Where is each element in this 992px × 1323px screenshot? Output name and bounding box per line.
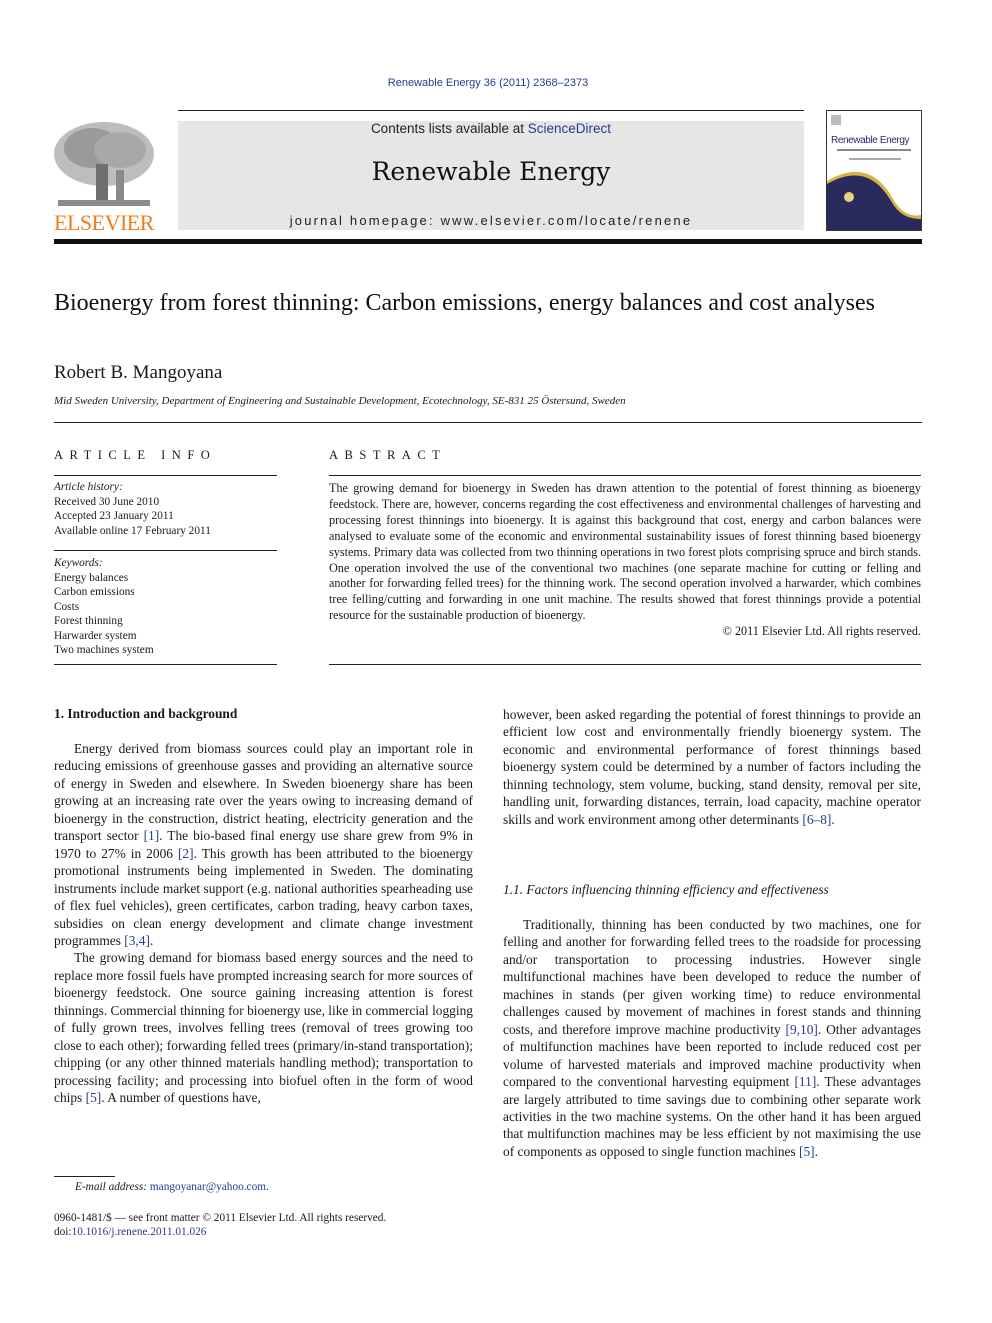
text: The growing demand for biomass based ene… <box>54 950 473 1106</box>
keyword-item: Harwarder system <box>54 629 137 642</box>
reference-link[interactable]: [3,4] <box>124 933 150 948</box>
section-1-heading: 1. Introduction and background <box>54 706 238 721</box>
doi-line: doi:10.1016/j.renene.2011.01.026 <box>54 1226 206 1238</box>
contents-prefix: Contents lists available at <box>370 121 528 136</box>
reference-link[interactable]: [6–8] <box>802 812 831 827</box>
elsevier-wordmark: ELSEVIER <box>54 210 154 235</box>
article-info-rule <box>54 475 277 476</box>
keywords-label: Keywords: <box>54 557 103 569</box>
doi-link[interactable]: 10.1016/j.renene.2011.01.026 <box>72 1226 207 1238</box>
text: . <box>266 1181 269 1193</box>
cover-subtitle-line <box>837 149 911 151</box>
email-link[interactable]: mangoyanar@yahoo.com <box>150 1181 266 1193</box>
journal-homepage[interactable]: journal homepage: www.elsevier.com/locat… <box>178 213 804 228</box>
section-1-1-heading: 1.1. Factors influencing thinning effici… <box>503 882 829 897</box>
reference-link[interactable]: [11] <box>794 1074 816 1089</box>
text: . This growth has been attributed to the… <box>54 845 473 948</box>
history-accepted: Accepted 23 January 2011 <box>54 510 174 522</box>
text: . <box>814 1143 819 1159</box>
article-title: Bioenergy from forest thinning: Carbon e… <box>54 290 875 316</box>
reference-link[interactable]: [9,10] <box>786 1022 818 1037</box>
reference-link[interactable]: [1] <box>144 828 160 843</box>
paragraph-4: Traditionally, thinning has been conduct… <box>503 916 921 1160</box>
right-column-top: however, been asked regarding the potent… <box>503 706 921 828</box>
cover-title: Renewable Energy <box>831 135 910 146</box>
author-affiliation: Mid Sweden University, Department of Eng… <box>54 395 626 407</box>
paragraph-2: The growing demand for biomass based ene… <box>54 949 473 1106</box>
article-info-bottom-rule <box>54 664 277 665</box>
email-footnote: E-mail address: mangoyanar@yahoo.com. <box>75 1181 269 1193</box>
keyword-item: Carbon emissions <box>54 586 135 598</box>
sciencedirect-link[interactable]: ScienceDirect <box>528 121 611 136</box>
cover-wave-graphic <box>827 171 921 230</box>
header-thick-rule <box>54 239 922 244</box>
email-label: E-mail address: <box>75 1181 150 1193</box>
journal-citation[interactable]: Renewable Energy 36 (2011) 2368–2373 <box>0 77 976 89</box>
text: . <box>149 932 154 948</box>
contents-line: Contents lists available at ScienceDirec… <box>178 121 804 136</box>
abstract-copyright: © 2011 Elsevier Ltd. All rights reserved… <box>722 624 921 639</box>
cover-editor-line <box>849 158 901 160</box>
issn-line: 0960-1481/$ — see front matter © 2011 El… <box>54 1212 387 1224</box>
footnote-rule <box>54 1176 115 1177</box>
tree-icon <box>54 122 154 206</box>
text: however, been asked regarding the potent… <box>503 707 921 827</box>
abstract-text: The growing demand for bioenergy in Swed… <box>329 481 921 640</box>
keywords-list: Keywords: Energy balances Carbon emissio… <box>54 556 277 658</box>
abstract-heading: ABSTRACT <box>329 448 447 462</box>
abstract-rule <box>329 475 921 476</box>
title-rule <box>54 422 922 423</box>
author-name[interactable]: Robert B. Mangoyana <box>54 362 222 384</box>
right-column-bottom: Traditionally, thinning has been conduct… <box>503 916 921 1160</box>
journal-banner: Contents lists available at ScienceDirec… <box>178 121 804 230</box>
abstract-bottom-rule <box>329 664 921 665</box>
journal-title: Renewable Energy <box>371 157 611 186</box>
keyword-item: Two machines system <box>54 644 154 656</box>
doi-label: doi: <box>54 1226 72 1238</box>
reference-link[interactable]: [2] <box>178 846 194 861</box>
journal-cover[interactable]: Renewable Energy <box>826 110 922 231</box>
reference-link[interactable]: [5] <box>86 1090 102 1105</box>
keyword-item: Forest thinning <box>54 615 123 627</box>
keywords-rule <box>54 550 277 551</box>
header-rule <box>178 110 804 111</box>
reference-link[interactable]: [5] <box>799 1144 815 1159</box>
paragraph-1: Energy derived from biomass sources coul… <box>54 740 473 949</box>
article-info-heading: ARTICLE INFO <box>54 448 217 462</box>
keyword-item: Energy balances <box>54 571 129 584</box>
text: Traditionally, thinning has been conduct… <box>503 917 921 1037</box>
history-received: Received 30 June 2010 <box>54 495 160 508</box>
history-online: Available online 17 February 2011 <box>54 524 211 537</box>
paragraph-3: however, been asked regarding the potent… <box>503 706 921 828</box>
left-column: Energy derived from biomass sources coul… <box>54 740 473 1107</box>
abstract-body: The growing demand for bioenergy in Swed… <box>329 481 921 623</box>
keyword-item: Costs <box>54 600 80 613</box>
text: . A number of questions have, <box>101 1090 261 1106</box>
cover-publisher-icon <box>831 115 841 125</box>
history-label: Article history: <box>54 481 123 493</box>
text: . <box>831 811 835 827</box>
article-history: Article history: Received 30 June 2010 A… <box>54 480 277 538</box>
